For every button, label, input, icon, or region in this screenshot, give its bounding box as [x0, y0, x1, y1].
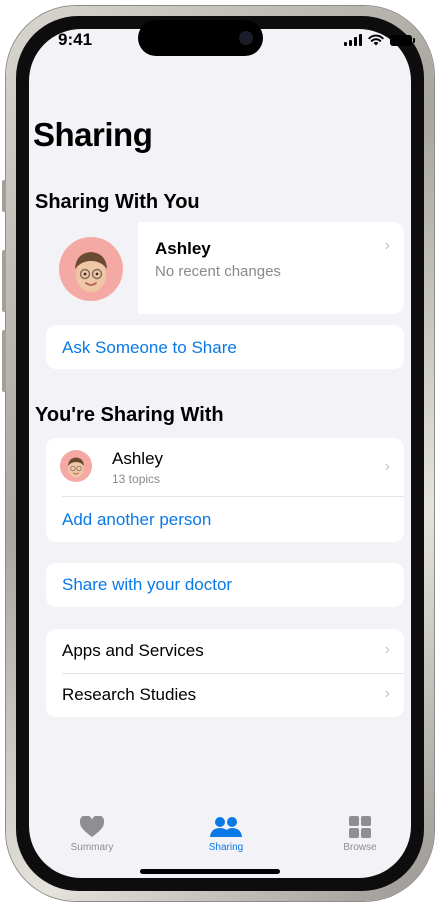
- youre-sharing-with-card: Ashley 13 topics › Add another person: [46, 438, 404, 542]
- shared-person-name: Ashley: [112, 449, 164, 468]
- tab-label: Summary: [70, 842, 114, 853]
- chevron-right-icon: ›: [384, 237, 390, 254]
- chevron-right-icon: ›: [384, 641, 390, 658]
- memoji-icon: [68, 457, 84, 478]
- cellular-signal-icon: [344, 34, 362, 46]
- person-status: No recent changes: [155, 263, 281, 280]
- volume-up-button: [2, 250, 6, 312]
- add-another-person-link[interactable]: Add another person: [62, 510, 211, 530]
- heart-icon: [79, 816, 105, 837]
- shared-person-row[interactable]: Ashley 13 topics ›: [46, 438, 404, 494]
- chevron-right-icon: ›: [384, 458, 390, 475]
- person-name: Ashley: [155, 239, 211, 258]
- tab-sharing[interactable]: Sharing: [186, 812, 266, 853]
- people-icon: [210, 817, 242, 837]
- ask-someone-row[interactable]: Ask Someone to Share: [46, 325, 404, 369]
- avatar: [60, 450, 92, 482]
- chevron-right-icon: ›: [384, 685, 390, 702]
- section-heading-sharing-with-you: Sharing With You: [35, 191, 200, 213]
- list-item-label: Apps and Services: [62, 641, 204, 660]
- share-with-doctor-row[interactable]: Share with your doctor: [46, 563, 404, 607]
- dynamic-island: [138, 20, 263, 56]
- memoji-icon: [75, 252, 107, 292]
- divider: [62, 496, 404, 497]
- volume-down-button: [2, 330, 6, 392]
- tab-browse[interactable]: Browse: [320, 812, 400, 853]
- tab-label: Sharing: [208, 842, 244, 853]
- camera-lens: [239, 31, 253, 45]
- grid-icon: [349, 816, 371, 838]
- section-heading-youre-sharing-with: You're Sharing With: [35, 404, 224, 426]
- mute-switch: [2, 180, 6, 212]
- sharing-with-you-card[interactable]: Ashley No recent changes ›: [50, 222, 404, 314]
- tab-summary[interactable]: Summary: [52, 812, 132, 853]
- ask-someone-link[interactable]: Ask Someone to Share: [62, 338, 237, 358]
- tab-label: Browse: [343, 842, 377, 853]
- share-with-doctor-link[interactable]: Share with your doctor: [62, 575, 232, 595]
- page-title: Sharing: [33, 116, 153, 153]
- shared-topics-count: 13 topics: [112, 472, 161, 486]
- wifi-icon: [368, 34, 384, 46]
- list-item-label: Research Studies: [62, 685, 197, 704]
- more-list: Apps and Services › Research Studies ›: [46, 629, 404, 717]
- status-time: 9:41: [58, 30, 93, 49]
- status-icons: [344, 34, 415, 46]
- list-item-research-studies[interactable]: Research Studies ›: [46, 673, 404, 717]
- battery-icon: [390, 35, 415, 46]
- list-item-apps-and-services[interactable]: Apps and Services ›: [46, 629, 404, 673]
- home-indicator: [140, 869, 280, 874]
- avatar: [59, 237, 123, 301]
